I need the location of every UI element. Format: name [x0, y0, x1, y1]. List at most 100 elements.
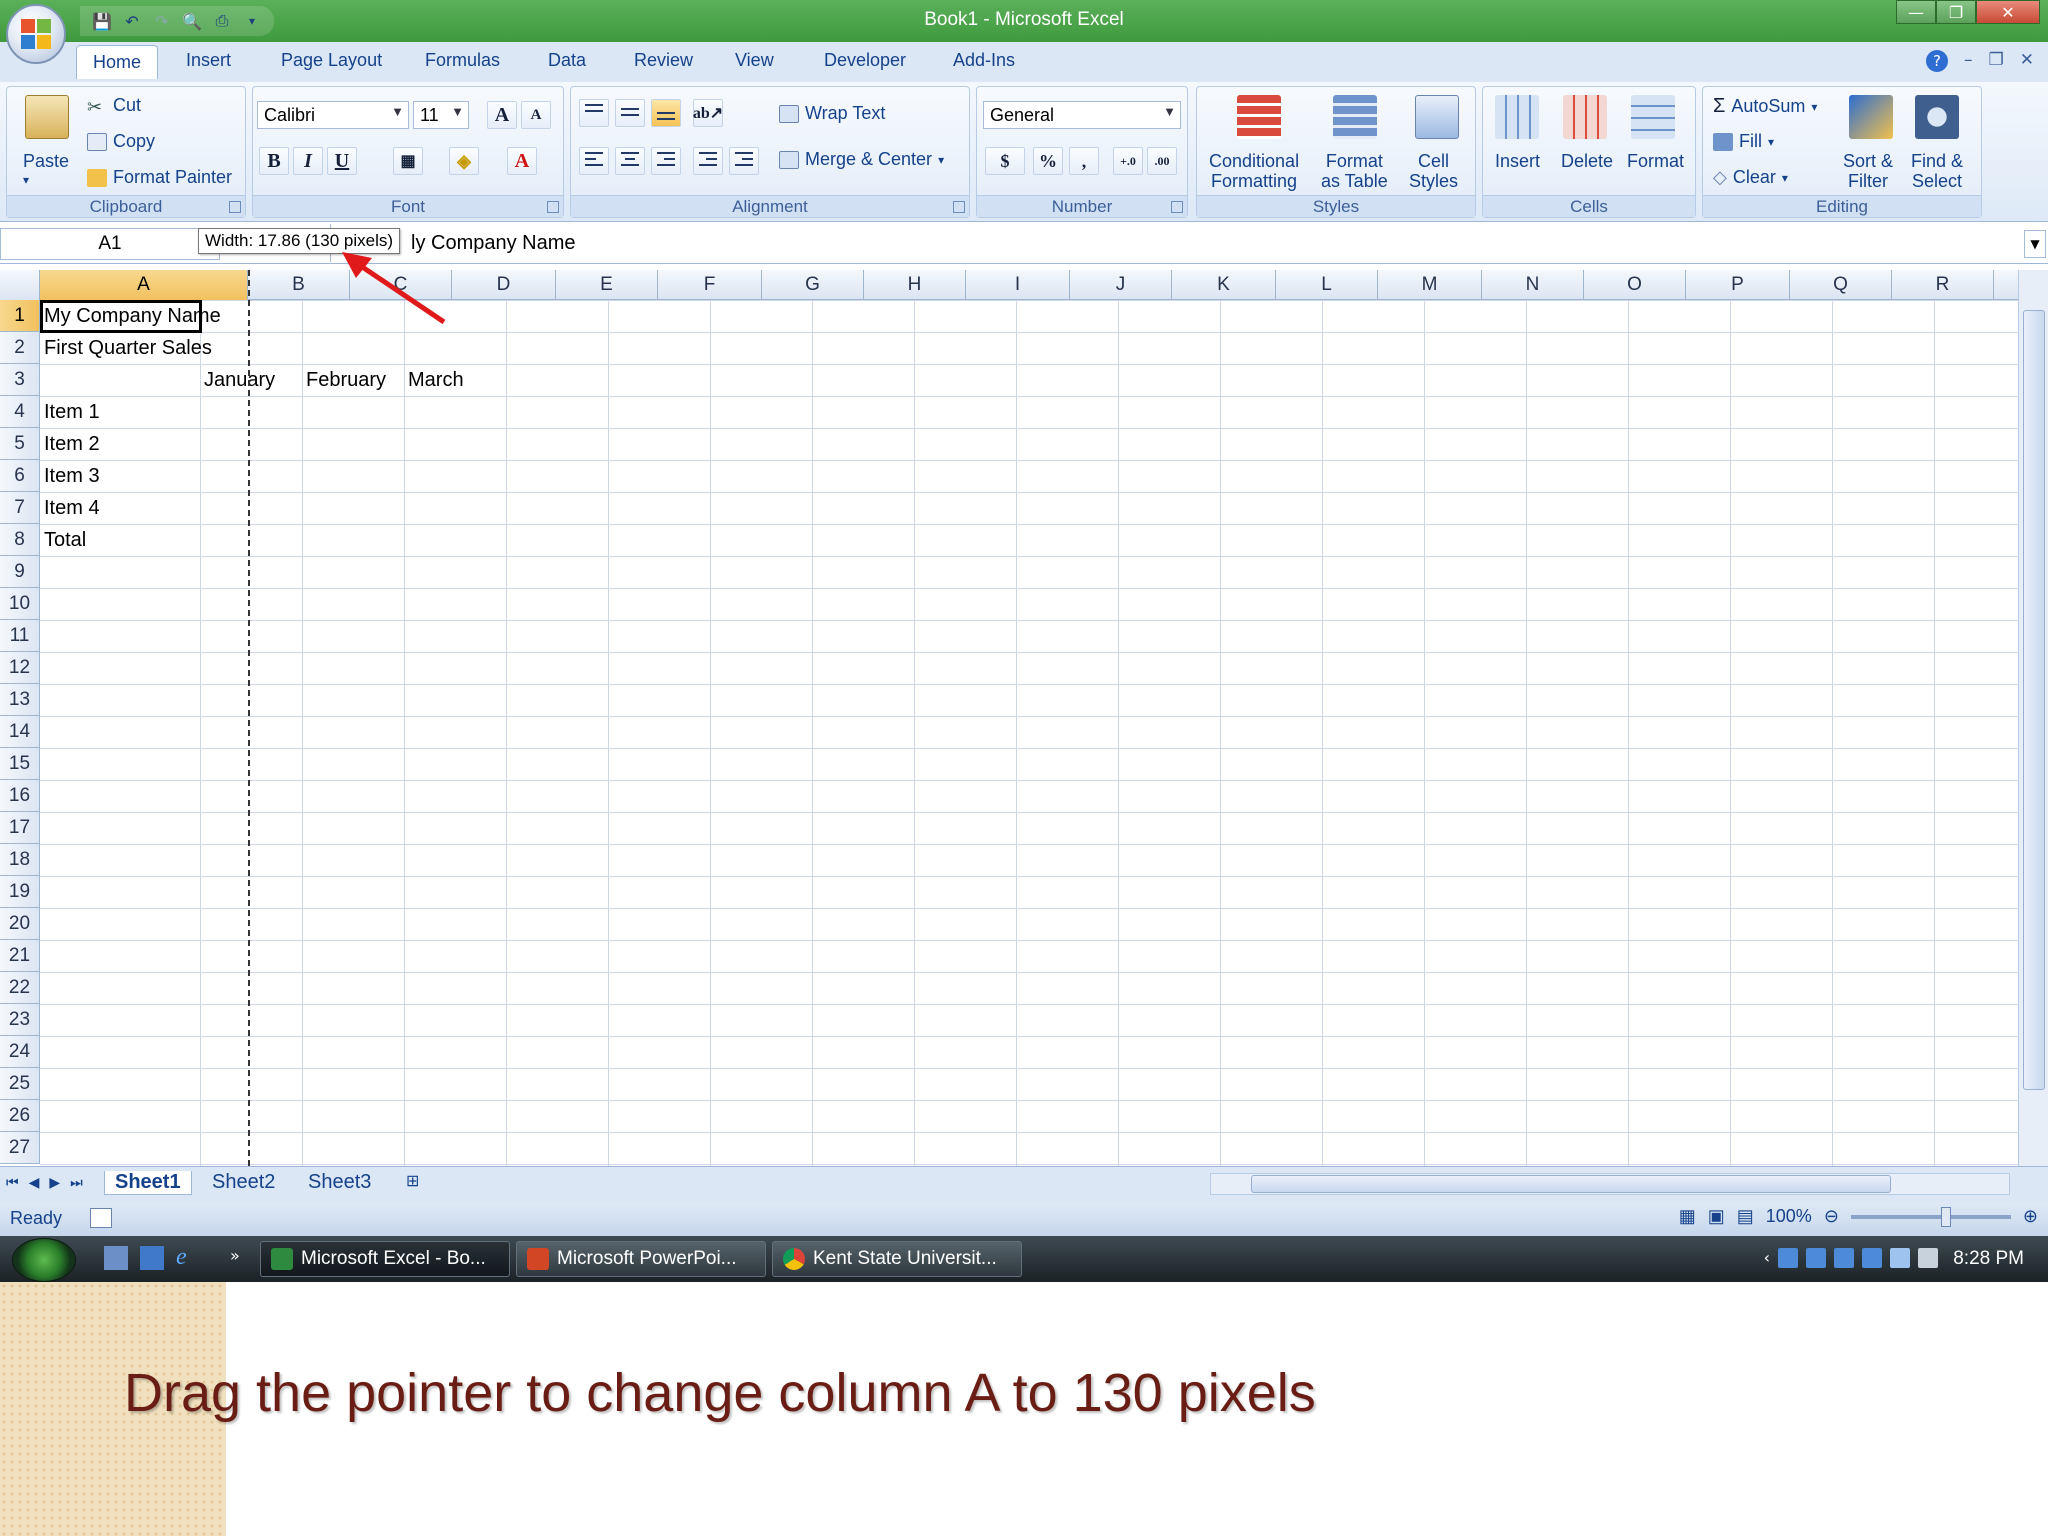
horizontal-scrollbar[interactable] [1210, 1173, 2010, 1195]
column-header-r[interactable]: R [1892, 270, 1994, 300]
taskbar-excel[interactable]: Microsoft Excel - Bo... [260, 1241, 510, 1277]
next-sheet-icon[interactable]: ▶ [49, 1175, 60, 1191]
find-select-button[interactable]: Find & Select [1911, 151, 1963, 191]
align-top-icon[interactable] [579, 99, 609, 127]
help-icon[interactable]: ? [1926, 50, 1948, 72]
first-sheet-icon[interactable]: ⏮ [6, 1175, 19, 1191]
decrease-decimal-button[interactable]: .00 [1147, 147, 1177, 175]
cell-b3[interactable]: January [204, 364, 275, 396]
row-header[interactable]: 1 [0, 300, 40, 332]
clear-button[interactable]: ◇ Clear ▾ [1713, 167, 1788, 188]
orientation-icon[interactable]: ab↗ [693, 99, 723, 127]
switch-windows-icon[interactable] [140, 1246, 164, 1270]
tray-network-icon[interactable] [1806, 1248, 1826, 1268]
row-header[interactable]: 21 [0, 940, 40, 972]
number-launcher-icon[interactable] [1171, 201, 1183, 213]
zoom-in-icon[interactable]: ⊕ [2023, 1206, 2038, 1227]
sort-filter-button[interactable]: Sort & Filter [1843, 151, 1893, 191]
font-color-button[interactable]: A [507, 147, 537, 175]
ribbon-minimize-icon[interactable]: – [1964, 50, 1973, 72]
tray-security-icon[interactable] [1862, 1248, 1882, 1268]
ribbon-close-icon[interactable]: ✕ [2020, 50, 2034, 72]
row-header[interactable]: 4 [0, 396, 40, 428]
windows-start-icon[interactable] [12, 1238, 76, 1282]
tab-insert[interactable]: Insert [186, 50, 231, 71]
align-bottom-icon[interactable] [651, 99, 681, 127]
tab-developer[interactable]: Developer [824, 50, 906, 71]
row-header[interactable]: 12 [0, 652, 40, 684]
horizontal-scroll-thumb[interactable] [1251, 1175, 1891, 1193]
column-header-o[interactable]: O [1584, 270, 1686, 300]
ribbon-restore-icon[interactable]: ❐ [1989, 50, 2004, 72]
row-header[interactable]: 20 [0, 908, 40, 940]
cell-a6[interactable]: Item 3 [44, 460, 100, 492]
fill-color-button[interactable]: ◈ [449, 147, 479, 175]
row-header[interactable]: 7 [0, 492, 40, 524]
row-header[interactable]: 10 [0, 588, 40, 620]
decrease-indent-icon[interactable] [693, 147, 723, 175]
tab-page-layout[interactable]: Page Layout [281, 50, 382, 71]
show-desktop-icon[interactable] [104, 1246, 128, 1270]
tab-view[interactable]: View [735, 50, 774, 71]
column-header-m[interactable]: M [1378, 270, 1482, 300]
merge-center-button[interactable]: Merge & Center ▾ [779, 149, 944, 170]
row-header[interactable]: 11 [0, 620, 40, 652]
column-header-k[interactable]: K [1172, 270, 1276, 300]
autosum-button[interactable]: Σ AutoSum ▾ [1713, 95, 1817, 118]
last-sheet-icon[interactable]: ⏭ [70, 1175, 83, 1191]
cell-a4[interactable]: Item 1 [44, 396, 100, 428]
align-right-icon[interactable] [651, 147, 681, 175]
tray-app-icon[interactable] [1778, 1248, 1798, 1268]
cell-styles-button[interactable]: Cell Styles [1409, 151, 1458, 191]
cut-button[interactable]: ✂ Cut [87, 95, 141, 117]
row-header[interactable]: 2 [0, 332, 40, 364]
shrink-font-button[interactable]: A [521, 101, 551, 129]
cell-d3[interactable]: March [408, 364, 464, 396]
column-header-l[interactable]: L [1276, 270, 1378, 300]
delete-button[interactable]: Delete [1561, 151, 1613, 172]
normal-view-icon[interactable]: ▦ [1679, 1206, 1696, 1227]
comma-button[interactable]: , [1069, 147, 1099, 175]
column-header-a[interactable]: A [40, 270, 248, 300]
column-header-n[interactable]: N [1482, 270, 1584, 300]
row-header[interactable]: 14 [0, 716, 40, 748]
minimize-button[interactable]: — [1896, 0, 1936, 24]
internet-explorer-icon[interactable]: e [176, 1244, 187, 1271]
row-header[interactable]: 18 [0, 844, 40, 876]
taskbar-powerpoint[interactable]: Microsoft PowerPoi... [516, 1241, 766, 1277]
row-header[interactable]: 23 [0, 1004, 40, 1036]
row-header[interactable]: 22 [0, 972, 40, 1004]
paste-dropdown-icon[interactable]: ▾ [23, 173, 29, 187]
font-launcher-icon[interactable] [547, 201, 559, 213]
copy-button[interactable]: Copy [87, 131, 155, 152]
column-header-f[interactable]: F [658, 270, 762, 300]
bold-button[interactable]: B [259, 147, 289, 175]
font-size-combo[interactable]: 11 ▼ [413, 101, 469, 129]
cell-area[interactable]: My Company Name First Quarter Sales Janu… [40, 300, 2018, 1166]
number-format-combo[interactable]: General ▼ [983, 101, 1181, 129]
tab-formulas[interactable]: Formulas [425, 50, 500, 71]
worksheet-grid[interactable]: A B C D E F G H I J K L M N O P Q R 1234… [0, 270, 2018, 1166]
cell-a7[interactable]: Item 4 [44, 492, 100, 524]
row-header[interactable]: 26 [0, 1100, 40, 1132]
formula-input[interactable]: ly Company Name [330, 224, 2020, 262]
underline-button[interactable]: U [327, 147, 357, 175]
alignment-launcher-icon[interactable] [953, 201, 965, 213]
page-break-view-icon[interactable]: ▤ [1737, 1206, 1754, 1227]
row-header[interactable]: 19 [0, 876, 40, 908]
tab-review[interactable]: Review [634, 50, 693, 71]
row-header[interactable]: 16 [0, 780, 40, 812]
row-header[interactable]: 6 [0, 460, 40, 492]
page-layout-view-icon[interactable]: ▣ [1708, 1206, 1725, 1227]
column-header-b[interactable]: B [248, 270, 350, 300]
italic-button[interactable]: I [293, 147, 323, 175]
paste-button[interactable]: Paste [23, 151, 69, 172]
align-center-icon[interactable] [615, 147, 645, 175]
sheet-tab-sheet2[interactable]: Sheet2 [202, 1171, 285, 1194]
cell-a8[interactable]: Total [44, 524, 86, 556]
tray-battery-icon[interactable] [1890, 1248, 1910, 1268]
column-header-h[interactable]: H [864, 270, 966, 300]
grow-font-button[interactable]: A [487, 101, 517, 129]
fill-button[interactable]: Fill ▾ [1713, 131, 1774, 152]
align-middle-icon[interactable] [615, 99, 645, 127]
